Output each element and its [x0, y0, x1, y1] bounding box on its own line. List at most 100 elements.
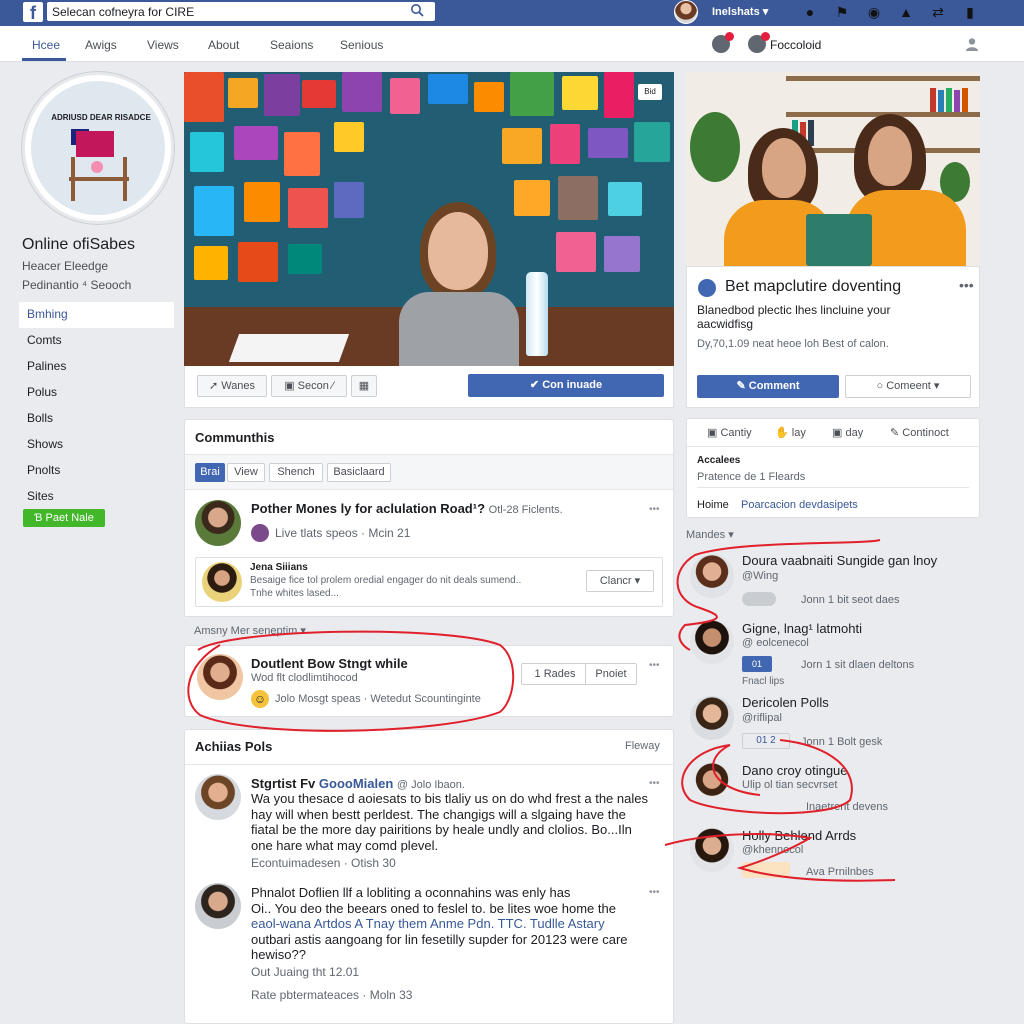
sidebar-item-shows[interactable]: Shows: [19, 432, 174, 458]
tab-basiclaard[interactable]: Basiclaard: [327, 463, 391, 482]
feed-right-label[interactable]: Fleway: [625, 740, 660, 752]
search-icon[interactable]: [410, 3, 424, 17]
cover-badge[interactable]: Bid: [638, 84, 662, 100]
more-options-icon[interactable]: •••: [959, 277, 974, 293]
rades-button[interactable]: 1 Rades: [521, 663, 589, 685]
grid-icon[interactable]: ▦: [351, 375, 377, 397]
member-avatar[interactable]: [690, 554, 734, 598]
tab-brai[interactable]: Brai: [195, 463, 225, 482]
member-name[interactable]: Dano croy otingue: [742, 763, 848, 778]
page-subtitle: Heacer Eleedge: [22, 259, 109, 273]
feed-post2-avatar[interactable]: [195, 883, 241, 929]
tab-senious[interactable]: Senious: [340, 38, 383, 52]
tab-shench[interactable]: Shench: [269, 463, 323, 482]
nav-page-label[interactable]: Foccoloid: [770, 38, 821, 52]
featured-post-title[interactable]: Doutlent Bow Stngt while: [251, 656, 408, 671]
user-name-menu[interactable]: Inelshats ▾: [712, 5, 768, 18]
home-link[interactable]: Poarcacion devdasipets: [741, 499, 858, 511]
member-name[interactable]: Holly Behlend Arrds: [742, 828, 856, 843]
profile-picture[interactable]: ADRIUSD DEAR RISADCE: [22, 72, 174, 224]
phone-icon[interactable]: ▮: [960, 3, 980, 21]
messages-icon[interactable]: ⚑: [832, 3, 852, 21]
post-author-avatar[interactable]: [195, 500, 241, 546]
promote-button[interactable]: Ɓ Paet Nale: [23, 509, 105, 527]
comment-dropdown[interactable]: ○ Comeent ▾: [845, 375, 971, 398]
profile-card-meta: Dy,70,1.09 neat heoe loh Best of calon.: [697, 338, 889, 350]
user-avatar[interactable]: [674, 0, 698, 24]
member-avatar[interactable]: [690, 828, 734, 872]
account-icon[interactable]: ▲: [896, 3, 916, 21]
poster-tile: [634, 122, 670, 162]
cover-photo[interactable]: [184, 72, 674, 366]
sidebar-item-pnolts[interactable]: Pnolts: [19, 458, 174, 484]
mini-avatars: [742, 862, 790, 878]
sidebar-item-bolls[interactable]: Bolls: [19, 406, 174, 432]
profile-card-title[interactable]: Bet mapclutire doventing: [725, 278, 901, 296]
featured-post-options-icon[interactable]: •••: [649, 660, 660, 671]
member-name[interactable]: Dericolen Polls: [742, 695, 829, 710]
tab-views[interactable]: Views: [147, 38, 179, 52]
reply-box: Jena Siiians Besaige fice tol prolem ore…: [195, 557, 663, 607]
friends-icon[interactable]: ●: [800, 3, 820, 21]
search-input[interactable]: Selecan cofneyra for CIRE: [47, 2, 435, 21]
member-name[interactable]: Doura vaabnaiti Sungide gan lnoy: [742, 553, 937, 568]
tab-seaions[interactable]: Seaions: [270, 38, 313, 52]
day-action[interactable]: ▣ day: [832, 426, 863, 439]
clancr-dropdown[interactable]: Clancr ▾: [586, 570, 654, 592]
secon-button[interactable]: ▣ Secon ⁄: [271, 375, 347, 397]
member-avatar[interactable]: [690, 762, 734, 806]
post-options-icon[interactable]: •••: [649, 504, 660, 515]
feed-post1-options-icon[interactable]: •••: [649, 778, 660, 789]
poster-tile: [428, 74, 468, 104]
reply-avatar[interactable]: [202, 562, 242, 602]
featured-post-avatar[interactable]: [197, 654, 243, 700]
member-name[interactable]: Gigne, lnag¹ latmohti: [742, 621, 862, 636]
poster-tile: [562, 76, 598, 110]
facebook-logo-icon[interactable]: f: [23, 2, 43, 23]
pnoiet-button[interactable]: Pnoiet: [585, 663, 637, 685]
poster-tile: [334, 122, 364, 152]
comment-button[interactable]: ✎ Comment: [697, 375, 839, 398]
group-photo[interactable]: [686, 72, 980, 266]
reply-text-2: Tnhe whites lased...: [250, 588, 339, 599]
cantiy-action[interactable]: ▣ Cantiy: [707, 426, 752, 439]
reply-author[interactable]: Jena Siiians: [250, 562, 308, 573]
poster-tile: [510, 72, 554, 116]
section-label[interactable]: Amsny Mer seneptim ▾: [194, 624, 306, 637]
sidebar-item-sites[interactable]: Sites: [19, 484, 174, 510]
members-title[interactable]: Mandes ▾: [686, 528, 734, 541]
continoct-action[interactable]: ✎ Continoct: [890, 426, 949, 439]
sidebar-item-palines[interactable]: Palines: [19, 354, 174, 380]
continue-button[interactable]: ✔ Con inuade: [468, 374, 664, 397]
notifications-icon[interactable]: ◉: [864, 3, 884, 21]
settings-icon[interactable]: [748, 32, 770, 53]
member-pager[interactable]: 01 2: [742, 733, 790, 749]
tab-about[interactable]: About: [208, 38, 239, 52]
alerts-icon[interactable]: [712, 32, 734, 53]
save-icon: ▣: [284, 380, 298, 392]
feed-post2-meta2: Rate pbtermateaces · Moln 33: [251, 988, 413, 1002]
tab-view[interactable]: View: [227, 463, 265, 482]
post-title[interactable]: Pother Mones ly for aclulation Road¹? Ot…: [251, 501, 563, 516]
lay-action[interactable]: ✋ lay: [775, 426, 806, 439]
book: [938, 90, 944, 112]
member-sub: Fnacl lips: [742, 676, 785, 687]
sidebar-item-polus[interactable]: Polus: [19, 380, 174, 406]
profile-logo: ADRIUSD DEAR RISADCE: [31, 81, 165, 215]
member-avatar[interactable]: [690, 696, 734, 740]
sidebar-item-comts[interactable]: Comts: [19, 328, 174, 354]
sidebar-item-bmhing[interactable]: Bmhing: [19, 302, 174, 328]
tab-home[interactable]: Hcee: [32, 38, 60, 52]
tab-awigs[interactable]: Awigs: [85, 38, 117, 52]
member-avatar[interactable]: [690, 620, 734, 664]
user-icon[interactable]: [965, 37, 979, 51]
member-meta: Jonn 1 bit seot daes: [801, 594, 900, 606]
easel-bar: [69, 177, 129, 181]
featured-post-sub: Wod flt clodlimtihocod: [251, 672, 358, 684]
poster-tile: [302, 80, 336, 108]
wanes-button[interactable]: ➚ Wanes: [197, 375, 267, 397]
feed-post1-avatar[interactable]: [195, 774, 241, 820]
secon-label: Secon: [297, 380, 329, 392]
feed-post1-author[interactable]: Stgrtist Fv GoooMialen @ Jolo Ibaon.: [251, 776, 465, 791]
arrows-icon[interactable]: ⇄: [928, 3, 948, 21]
